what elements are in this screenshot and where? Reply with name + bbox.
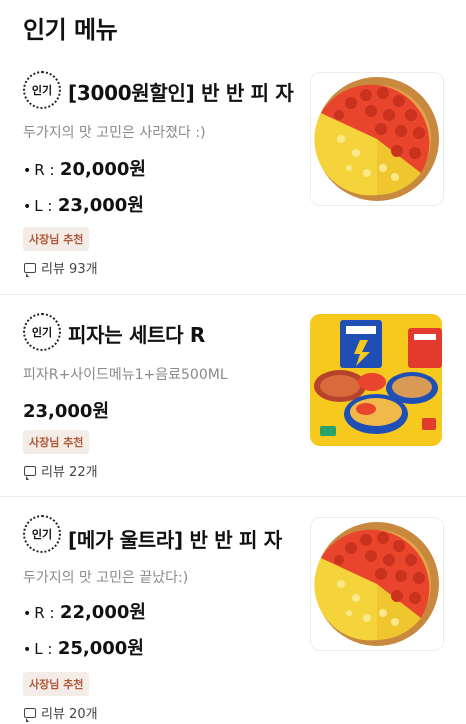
speech-bubble-icon — [24, 262, 36, 277]
item-name: [3000원할인] 반 반 피 자 — [68, 81, 294, 105]
pizza-image — [311, 518, 443, 650]
bullet: • — [23, 163, 32, 179]
menu-image-half-half-pizza[interactable] — [310, 72, 444, 206]
item-name: 피자는 세트다 R — [68, 323, 206, 347]
owner-recommend-tag: 사장님 추천 — [23, 227, 90, 251]
item-name: [메가 울트라] 반 반 피 자 — [68, 528, 282, 552]
item-description: 피자R+사이드메뉴1+음료500ML — [23, 367, 228, 383]
pizza-set-image — [310, 314, 442, 446]
review-text: 리뷰 22개 — [41, 465, 98, 480]
menu-item[interactable]: 인기 피자는 세트다 R 피자R+사이드메뉴1+음료500ML 23,000원 … — [0, 294, 466, 496]
speech-bubble-icon — [24, 707, 36, 722]
review-text: 리뷰 20개 — [41, 707, 98, 722]
popular-badge: 인기 — [23, 71, 61, 109]
item-description: 두가지의 맛 고민은 끝났다:) — [23, 570, 189, 586]
menu-image-pizza-set[interactable] — [310, 314, 442, 446]
speech-bubble-icon — [24, 465, 36, 480]
pizza-image — [311, 73, 443, 205]
size-label: R : — [34, 161, 55, 179]
menu-image-half-half-pizza[interactable] — [310, 517, 444, 651]
popular-badge: 인기 — [23, 515, 61, 553]
price-row-r: • R : 22,000원 — [23, 598, 146, 624]
section-title: 인기 메뉴 — [23, 16, 118, 44]
bullet: • — [23, 199, 32, 215]
price-row-r: • R : 20,000원 — [23, 155, 146, 181]
review-count: 리뷰 93개 — [24, 258, 98, 277]
size-label: R : — [34, 604, 55, 622]
price-amount: 22,000원 — [59, 602, 146, 623]
owner-recommend-tag: 사장님 추천 — [23, 672, 90, 696]
menu-item[interactable]: 인기 [3000원할인] 반 반 피 자 두가지의 맛 고민은 사라졌다 :) … — [0, 60, 466, 294]
owner-recommend-tag: 사장님 추천 — [23, 430, 90, 454]
price-amount: 23,000원 — [57, 195, 144, 216]
price-amount: 25,000원 — [57, 638, 144, 659]
size-label: L : — [34, 640, 53, 658]
price-amount: 20,000원 — [59, 159, 146, 180]
price-row-l: • L : 23,000원 — [23, 191, 144, 217]
popular-badge: 인기 — [23, 313, 61, 351]
size-label: L : — [34, 197, 53, 215]
price-amount: 23,000원 — [23, 401, 110, 422]
review-count: 리뷰 20개 — [24, 703, 98, 722]
bullet: • — [23, 606, 32, 622]
item-description: 두가지의 맛 고민은 사라졌다 :) — [23, 125, 206, 141]
bullet: • — [23, 642, 32, 658]
review-count: 리뷰 22개 — [24, 461, 98, 480]
menu-item[interactable]: 인기 [메가 울트라] 반 반 피 자 두가지의 맛 고민은 끝났다:) • R … — [0, 496, 466, 724]
review-text: 리뷰 93개 — [41, 262, 98, 277]
price-row-l: • L : 25,000원 — [23, 634, 144, 660]
